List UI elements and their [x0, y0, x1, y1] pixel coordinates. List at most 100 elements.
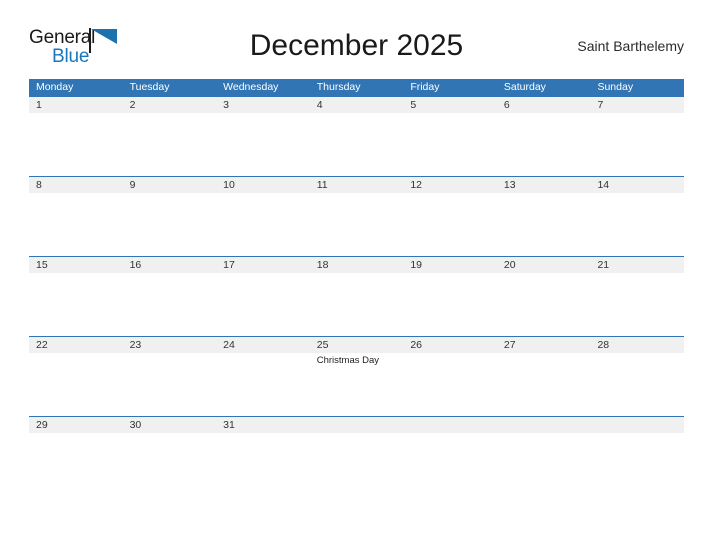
day-number: 3	[223, 99, 229, 111]
holiday-event-label: Christmas Day	[316, 355, 380, 366]
calendar-day-cell[interactable]: 29	[29, 417, 123, 511]
day-number-band	[122, 177, 217, 193]
day-number: 21	[597, 259, 610, 271]
day-number-band	[403, 417, 497, 433]
day-number: 16	[129, 259, 142, 271]
day-number: 22	[36, 339, 48, 351]
calendar-weeks: 1 2 3 4 5 6 7 8 9 10 11 12 13 14 15 16 17 18 19 20 21 22 23 24 2…	[29, 96, 685, 511]
calendar-day-cell[interactable]: 8	[29, 177, 123, 256]
weekday-header-wednesday: Wednesday	[223, 81, 279, 93]
day-number-band	[122, 97, 217, 113]
calendar-day-cell[interactable]: 26	[403, 337, 497, 416]
calendar-day-cell[interactable]	[403, 417, 497, 511]
day-number-band	[403, 97, 497, 113]
calendar-day-cell[interactable]: 20	[496, 257, 591, 336]
day-number: 31	[223, 419, 235, 431]
day-number: 28	[597, 339, 610, 351]
calendar-week-cells: 1 2 3 4 5 6 7	[29, 97, 685, 176]
calendar-day-cell[interactable]: 4	[309, 97, 404, 176]
calendar-day-cell[interactable]	[309, 417, 404, 511]
month-calendar: Monday Tuesday Wednesday Thursday Friday…	[29, 79, 685, 511]
day-number-band	[309, 417, 404, 433]
calendar-week-row: 1 2 3 4 5 6 7	[29, 96, 685, 176]
day-number: 25	[316, 339, 329, 351]
calendar-day-cell[interactable]: 25 Christmas Day	[309, 337, 404, 416]
calendar-day-cell[interactable]: 18	[309, 257, 404, 336]
calendar-day-cell[interactable]: 30	[122, 417, 217, 511]
weekday-header-friday: Friday	[410, 81, 440, 93]
day-number: 19	[410, 259, 422, 271]
calendar-day-cell[interactable]: 16	[122, 257, 217, 336]
day-number: 10	[223, 179, 235, 191]
calendar-day-cell[interactable]: 27	[496, 337, 591, 416]
calendar-day-cell[interactable]: 5	[403, 97, 497, 176]
calendar-week-row: 22 23 24 25 Christmas Day 26 27 28	[29, 336, 685, 416]
calendar-week-row: 8 9 10 11 12 13 14	[29, 176, 685, 256]
calendar-day-cell[interactable]: 17	[216, 257, 310, 336]
day-number-band	[496, 97, 591, 113]
calendar-day-cell[interactable]: 13	[496, 177, 591, 256]
day-number: 12	[410, 179, 422, 191]
calendar-day-cell[interactable]: 2	[122, 97, 217, 176]
calendar-day-cell[interactable]: 23	[122, 337, 217, 416]
day-number-band	[29, 97, 123, 113]
calendar-day-cell[interactable]: 11	[309, 177, 404, 256]
day-number-band	[29, 177, 123, 193]
day-number: 4	[316, 99, 323, 111]
calendar-day-cell[interactable]: 3	[216, 97, 310, 176]
day-number: 24	[223, 339, 235, 351]
calendar-week-row: 29 30 31	[29, 416, 685, 511]
day-number: 7	[597, 99, 604, 111]
day-number: 23	[129, 339, 142, 351]
day-events: Christmas Day	[317, 355, 400, 367]
day-number-band	[590, 417, 685, 433]
weekday-header-row: Monday Tuesday Wednesday Thursday Friday…	[29, 79, 684, 96]
calendar-day-cell[interactable]: 22	[29, 337, 123, 416]
day-number: 18	[316, 259, 329, 271]
calendar-day-cell[interactable]: 9	[122, 177, 217, 256]
day-number: 1	[36, 99, 42, 111]
day-number-band	[216, 97, 310, 113]
page-header: General Blue December 2025 Saint Barthel…	[29, 22, 684, 72]
calendar-day-cell[interactable]: 31	[216, 417, 310, 511]
day-number: 26	[410, 339, 422, 351]
calendar-day-cell[interactable]: 24	[216, 337, 310, 416]
day-number: 9	[129, 179, 136, 191]
calendar-day-cell[interactable]	[496, 417, 591, 511]
day-number: 13	[503, 179, 516, 191]
day-number-band	[496, 417, 591, 433]
day-number: 17	[223, 259, 235, 271]
calendar-day-cell[interactable]: 1	[29, 97, 123, 176]
day-number: 29	[36, 419, 48, 431]
day-number: 6	[503, 99, 510, 111]
calendar-week-row: 15 16 17 18 19 20 21	[29, 256, 685, 336]
calendar-day-cell[interactable]: 14	[590, 177, 685, 256]
day-number: 30	[129, 419, 142, 431]
calendar-day-cell[interactable]: 19	[403, 257, 497, 336]
weekday-header-tuesday: Tuesday	[129, 81, 170, 93]
day-number: 2	[129, 99, 136, 111]
calendar-week-cells: 8 9 10 11 12 13 14	[29, 177, 685, 256]
calendar-day-cell[interactable]: 10	[216, 177, 310, 256]
calendar-day-cell[interactable]: 21	[590, 257, 685, 336]
calendar-day-cell[interactable]: 12	[403, 177, 497, 256]
calendar-day-cell[interactable]: 28	[590, 337, 685, 416]
weekday-header-saturday: Saturday	[503, 81, 546, 93]
calendar-page: General Blue December 2025 Saint Barthel…	[0, 0, 712, 550]
day-number: 15	[36, 259, 48, 271]
calendar-week-cells: 29 30 31	[29, 417, 685, 511]
weekday-header-sunday: Sunday	[597, 81, 634, 93]
day-number: 11	[316, 179, 328, 191]
day-number-band	[590, 97, 685, 113]
day-number: 8	[36, 179, 42, 191]
calendar-day-cell[interactable]: 6	[496, 97, 591, 176]
day-number: 27	[503, 339, 516, 351]
day-number: 20	[503, 259, 516, 271]
calendar-day-cell[interactable]: 15	[29, 257, 123, 336]
day-number: 5	[410, 99, 417, 111]
weekday-header-thursday: Thursday	[316, 81, 361, 93]
weekday-header-monday: Monday	[36, 81, 74, 93]
calendar-day-cell[interactable]: 7	[590, 97, 685, 176]
region-label: Saint Barthelemy	[577, 38, 684, 54]
calendar-day-cell[interactable]	[590, 417, 685, 511]
